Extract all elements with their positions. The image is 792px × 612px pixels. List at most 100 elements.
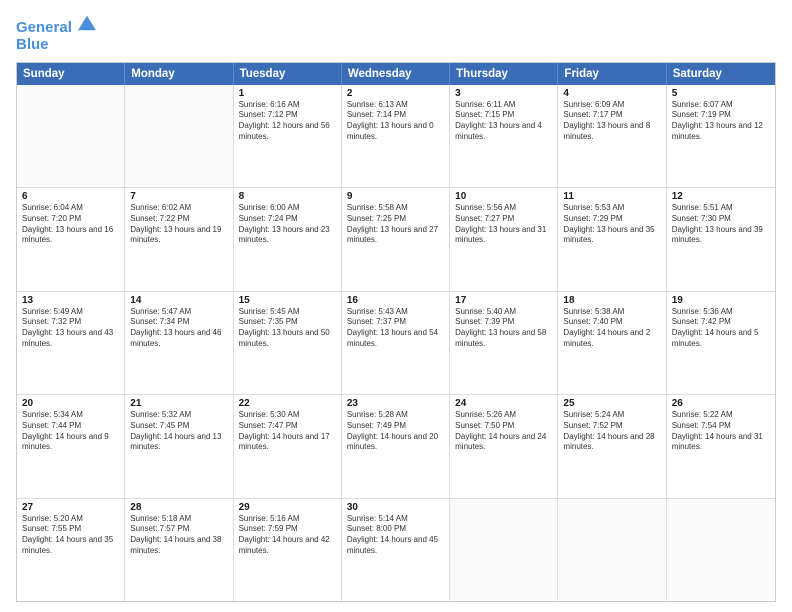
day-number: 22 [239,398,336,409]
day-info: Sunrise: 5:32 AMSunset: 7:45 PMDaylight:… [130,410,227,453]
calendar-cell [558,499,666,602]
calendar-cell: 15Sunrise: 5:45 AMSunset: 7:35 PMDayligh… [234,292,342,395]
calendar-cell [667,499,775,602]
weekday-header-monday: Monday [125,63,233,85]
day-info: Sunrise: 5:43 AMSunset: 7:37 PMDaylight:… [347,307,444,350]
day-number: 29 [239,502,336,513]
day-number: 26 [672,398,770,409]
day-number: 23 [347,398,444,409]
calendar: SundayMondayTuesdayWednesdayThursdayFrid… [16,62,776,603]
day-info: Sunrise: 5:28 AMSunset: 7:49 PMDaylight:… [347,410,444,453]
page-header: General Blue [16,14,776,54]
day-info: Sunrise: 5:45 AMSunset: 7:35 PMDaylight:… [239,307,336,350]
day-number: 30 [347,502,444,513]
day-info: Sunrise: 6:07 AMSunset: 7:19 PMDaylight:… [672,100,770,143]
calendar-cell: 9Sunrise: 5:58 AMSunset: 7:25 PMDaylight… [342,188,450,291]
day-number: 14 [130,295,227,306]
weekday-header-friday: Friday [558,63,666,85]
calendar-cell: 14Sunrise: 5:47 AMSunset: 7:34 PMDayligh… [125,292,233,395]
day-number: 17 [455,295,552,306]
day-number: 2 [347,88,444,99]
calendar-cell: 10Sunrise: 5:56 AMSunset: 7:27 PMDayligh… [450,188,558,291]
day-number: 10 [455,191,552,202]
day-info: Sunrise: 6:04 AMSunset: 7:20 PMDaylight:… [22,203,119,246]
calendar-row-1: 6Sunrise: 6:04 AMSunset: 7:20 PMDaylight… [17,188,775,292]
day-number: 3 [455,88,552,99]
calendar-cell: 22Sunrise: 5:30 AMSunset: 7:47 PMDayligh… [234,395,342,498]
day-number: 7 [130,191,227,202]
logo-blue: Blue [16,36,96,53]
day-info: Sunrise: 5:38 AMSunset: 7:40 PMDaylight:… [563,307,660,350]
day-number: 9 [347,191,444,202]
calendar-body: 1Sunrise: 6:16 AMSunset: 7:12 PMDaylight… [17,85,775,602]
calendar-cell: 17Sunrise: 5:40 AMSunset: 7:39 PMDayligh… [450,292,558,395]
day-info: Sunrise: 5:30 AMSunset: 7:47 PMDaylight:… [239,410,336,453]
calendar-cell: 1Sunrise: 6:16 AMSunset: 7:12 PMDaylight… [234,85,342,188]
calendar-cell: 28Sunrise: 5:18 AMSunset: 7:57 PMDayligh… [125,499,233,602]
logo-general: General [16,19,72,36]
day-number: 4 [563,88,660,99]
day-info: Sunrise: 5:14 AMSunset: 8:00 PMDaylight:… [347,514,444,557]
day-number: 6 [22,191,119,202]
day-info: Sunrise: 6:13 AMSunset: 7:14 PMDaylight:… [347,100,444,143]
calendar-cell: 8Sunrise: 6:00 AMSunset: 7:24 PMDaylight… [234,188,342,291]
calendar-cell: 12Sunrise: 5:51 AMSunset: 7:30 PMDayligh… [667,188,775,291]
day-number: 27 [22,502,119,513]
day-number: 8 [239,191,336,202]
calendar-cell: 7Sunrise: 6:02 AMSunset: 7:22 PMDaylight… [125,188,233,291]
calendar-cell: 16Sunrise: 5:43 AMSunset: 7:37 PMDayligh… [342,292,450,395]
calendar-cell: 21Sunrise: 5:32 AMSunset: 7:45 PMDayligh… [125,395,233,498]
calendar-cell: 13Sunrise: 5:49 AMSunset: 7:32 PMDayligh… [17,292,125,395]
day-number: 24 [455,398,552,409]
calendar-header: SundayMondayTuesdayWednesdayThursdayFrid… [17,63,775,85]
day-info: Sunrise: 5:47 AMSunset: 7:34 PMDaylight:… [130,307,227,350]
day-number: 5 [672,88,770,99]
day-info: Sunrise: 5:53 AMSunset: 7:29 PMDaylight:… [563,203,660,246]
calendar-cell: 29Sunrise: 5:16 AMSunset: 7:59 PMDayligh… [234,499,342,602]
calendar-cell: 23Sunrise: 5:28 AMSunset: 7:49 PMDayligh… [342,395,450,498]
day-number: 21 [130,398,227,409]
day-info: Sunrise: 5:20 AMSunset: 7:55 PMDaylight:… [22,514,119,557]
logo-triangle-icon [78,14,96,32]
calendar-cell: 6Sunrise: 6:04 AMSunset: 7:20 PMDaylight… [17,188,125,291]
day-number: 25 [563,398,660,409]
calendar-row-3: 20Sunrise: 5:34 AMSunset: 7:44 PMDayligh… [17,395,775,499]
calendar-cell: 5Sunrise: 6:07 AMSunset: 7:19 PMDaylight… [667,85,775,188]
calendar-cell: 24Sunrise: 5:26 AMSunset: 7:50 PMDayligh… [450,395,558,498]
calendar-cell: 2Sunrise: 6:13 AMSunset: 7:14 PMDaylight… [342,85,450,188]
weekday-header-saturday: Saturday [667,63,775,85]
logo: General Blue [16,14,96,54]
day-info: Sunrise: 5:51 AMSunset: 7:30 PMDaylight:… [672,203,770,246]
calendar-cell: 19Sunrise: 5:36 AMSunset: 7:42 PMDayligh… [667,292,775,395]
calendar-cell: 20Sunrise: 5:34 AMSunset: 7:44 PMDayligh… [17,395,125,498]
day-number: 12 [672,191,770,202]
day-info: Sunrise: 5:18 AMSunset: 7:57 PMDaylight:… [130,514,227,557]
calendar-row-4: 27Sunrise: 5:20 AMSunset: 7:55 PMDayligh… [17,499,775,602]
day-number: 28 [130,502,227,513]
day-number: 19 [672,295,770,306]
day-info: Sunrise: 5:58 AMSunset: 7:25 PMDaylight:… [347,203,444,246]
weekday-header-sunday: Sunday [17,63,125,85]
calendar-cell [17,85,125,188]
day-number: 16 [347,295,444,306]
calendar-cell [450,499,558,602]
weekday-header-wednesday: Wednesday [342,63,450,85]
day-number: 11 [563,191,660,202]
calendar-cell: 26Sunrise: 5:22 AMSunset: 7:54 PMDayligh… [667,395,775,498]
day-info: Sunrise: 5:22 AMSunset: 7:54 PMDaylight:… [672,410,770,453]
calendar-row-2: 13Sunrise: 5:49 AMSunset: 7:32 PMDayligh… [17,292,775,396]
day-number: 1 [239,88,336,99]
day-number: 20 [22,398,119,409]
day-info: Sunrise: 5:24 AMSunset: 7:52 PMDaylight:… [563,410,660,453]
calendar-cell: 25Sunrise: 5:24 AMSunset: 7:52 PMDayligh… [558,395,666,498]
calendar-cell [125,85,233,188]
day-number: 15 [239,295,336,306]
calendar-cell: 18Sunrise: 5:38 AMSunset: 7:40 PMDayligh… [558,292,666,395]
logo-text: General [16,14,96,36]
day-info: Sunrise: 5:34 AMSunset: 7:44 PMDaylight:… [22,410,119,453]
day-number: 18 [563,295,660,306]
day-info: Sunrise: 5:26 AMSunset: 7:50 PMDaylight:… [455,410,552,453]
calendar-cell: 30Sunrise: 5:14 AMSunset: 8:00 PMDayligh… [342,499,450,602]
day-info: Sunrise: 5:49 AMSunset: 7:32 PMDaylight:… [22,307,119,350]
day-info: Sunrise: 6:11 AMSunset: 7:15 PMDaylight:… [455,100,552,143]
